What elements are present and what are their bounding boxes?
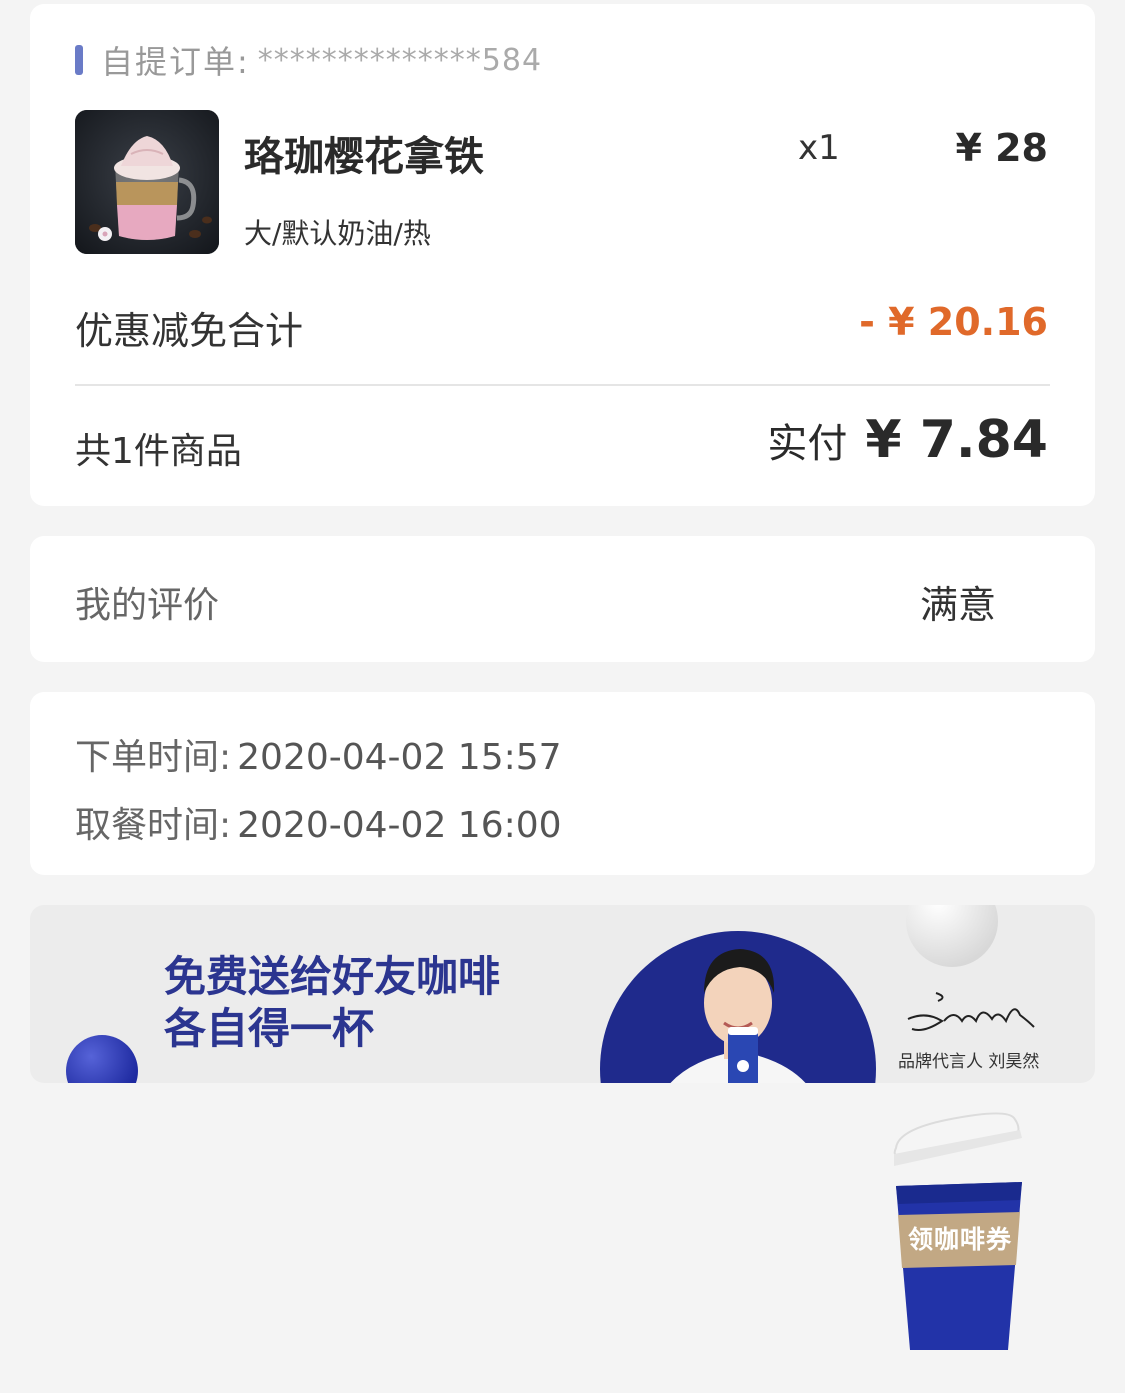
review-value: 满意 — [920, 583, 997, 627]
decorative-white-ball — [906, 905, 998, 967]
paid-amount: ¥ 7.84 — [865, 410, 1048, 470]
paid-label: 实付 — [767, 421, 848, 467]
discount-label: 优惠减免合计 — [75, 309, 304, 353]
coupon-label: 领咖啡券 — [907, 1225, 1012, 1254]
coffee-product-image — [75, 110, 219, 254]
order-type-label: 自提订单: — [101, 43, 250, 81]
items-count: 共1件商品 — [75, 431, 242, 472]
share-coffee-banner[interactable]: 免费送给好友咖啡 各自得一杯 品牌代言人 刘昊然 — [30, 905, 1095, 1083]
promo-text: 免费送给好友咖啡 各自得一杯 — [164, 951, 500, 1055]
product-name: 珞珈樱花拿铁 — [244, 134, 484, 180]
signature-image — [907, 992, 1035, 1031]
promo-line-1: 免费送给好友咖啡 — [164, 952, 501, 1001]
order-header: 自提订单: **************584 — [75, 40, 543, 81]
ambassador-image — [670, 949, 806, 1083]
get-coffee-coupon-button[interactable]: 领咖啡券 — [886, 1108, 1032, 1358]
promo-line-2: 各自得一杯 — [164, 1004, 375, 1053]
product-spec: 大/默认奶油/热 — [244, 217, 431, 250]
total-paid: 实付 ¥ 7.84 — [767, 410, 1048, 470]
divider — [75, 384, 1050, 386]
ambassador-circle — [600, 931, 876, 1083]
order-card: 自提订单: **************584 珞珈樱花拿铁 大/默认奶油/热 … — [30, 4, 1095, 506]
product-quantity: x1 — [798, 128, 840, 168]
pickup-time-row: 取餐时间: 2020-04-02 16:00 — [75, 796, 562, 848]
discount-value: - ¥ 20.16 — [859, 300, 1048, 344]
pickup-time-label: 取餐时间: — [75, 805, 232, 846]
product-price: ¥ 28 — [955, 126, 1048, 170]
order-time-label: 下单时间: — [75, 737, 232, 778]
ambassador-caption: 品牌代言人 刘昊然 — [898, 1052, 1040, 1072]
review-card[interactable]: 我的评价 满意 — [30, 536, 1095, 662]
time-card: 下单时间: 2020-04-02 15:57 取餐时间: 2020-04-02 16… — [30, 692, 1095, 875]
order-time-row: 下单时间: 2020-04-02 15:57 — [75, 728, 562, 780]
order-time-value: 2020-04-02 15:57 — [237, 737, 562, 778]
order-number: **************584 — [257, 42, 543, 78]
pickup-time-value: 2020-04-02 16:00 — [237, 805, 562, 846]
review-label: 我的评价 — [75, 585, 220, 626]
header-accent-bar — [75, 45, 83, 75]
decorative-blue-ball — [66, 1035, 138, 1083]
